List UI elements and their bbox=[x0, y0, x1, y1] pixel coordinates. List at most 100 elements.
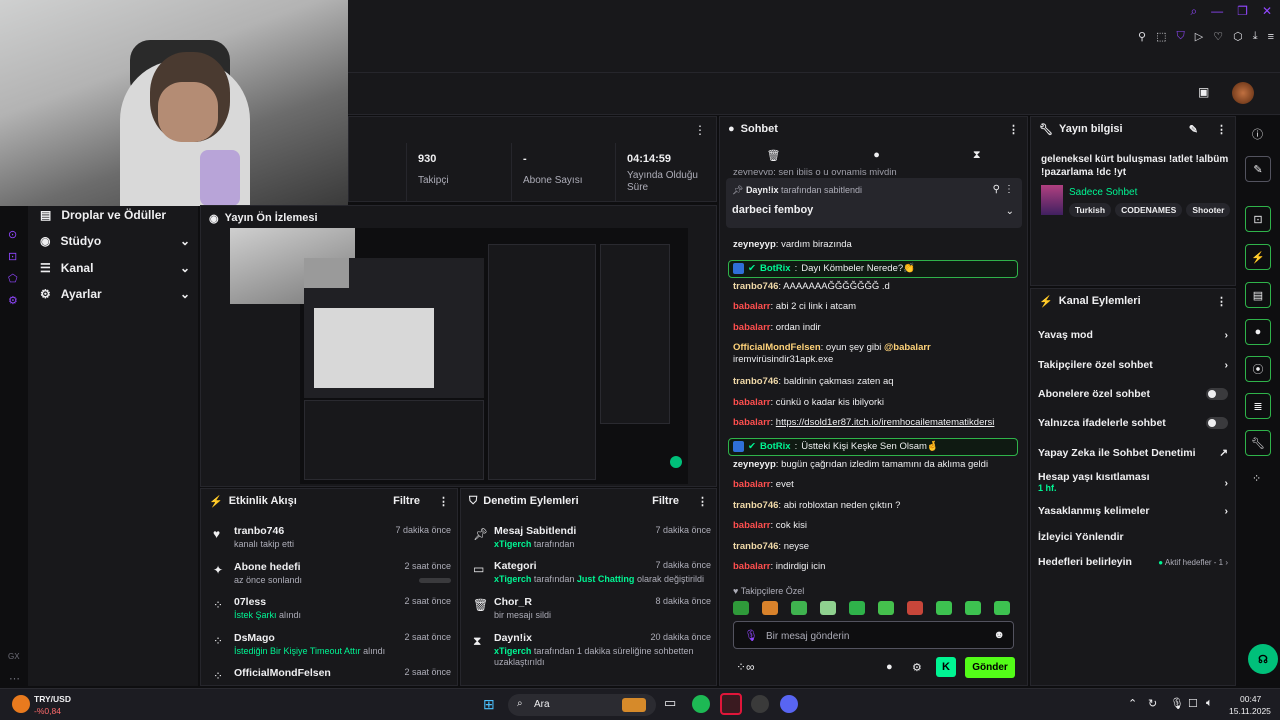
chat-text[interactable]: https://dsold1er87.itch.io/iremhocailema… bbox=[776, 417, 995, 428]
gear-icon[interactable]: ⚙ bbox=[912, 661, 922, 674]
play-icon[interactable]: ▷ bbox=[1195, 30, 1203, 43]
chat-username[interactable]: zeyneyyp bbox=[733, 239, 776, 250]
action-follower-only[interactable]: Takipçilere özel sohbet › bbox=[1038, 359, 1228, 371]
action-sub-only[interactable]: Abonelere özel sohbet bbox=[1038, 388, 1228, 400]
action-slow-mode[interactable]: Yavaş mod › bbox=[1038, 329, 1228, 341]
chat-username[interactable]: OfficialMondFelsen bbox=[733, 342, 821, 353]
nav-item-channel[interactable]: ☰ Kanal ⌄ bbox=[40, 261, 190, 275]
unpin-icon[interactable]: ⚲ bbox=[993, 184, 1000, 195]
chat-bubble-icon[interactable]: ● bbox=[873, 149, 880, 162]
nav-item-settings[interactable]: ⚙ Ayarlar ⌄ bbox=[40, 287, 190, 301]
search-icon[interactable]: ⌕ bbox=[1190, 4, 1197, 19]
nav-item-drops[interactable]: ▤ Droplar ve Ödüller bbox=[40, 208, 190, 222]
more-icon[interactable]: ⋯ bbox=[9, 672, 20, 685]
emote-icon[interactable] bbox=[762, 601, 778, 615]
chat-username[interactable]: tranbo746 bbox=[733, 281, 778, 292]
hourglass-icon[interactable]: ⧗ bbox=[973, 149, 981, 162]
chat-username[interactable]: tranbo746 bbox=[733, 500, 778, 511]
note-icon[interactable]: ▤ bbox=[1245, 282, 1271, 308]
chat-username[interactable]: babalarr bbox=[733, 397, 771, 408]
nav-item-studio[interactable]: ◉ Stüdyo ⌄ bbox=[40, 234, 190, 248]
sync-icon[interactable]: ↻ bbox=[1148, 697, 1157, 710]
heart-icon[interactable]: ♡ bbox=[1213, 30, 1223, 43]
category-name[interactable]: Sadece Sohbet bbox=[1069, 187, 1137, 198]
toggle-switch[interactable] bbox=[1206, 388, 1228, 400]
volume-icon[interactable]: 🔈︎ bbox=[1206, 697, 1213, 710]
chevron-down-icon[interactable]: ⌄ bbox=[1006, 206, 1014, 217]
download-icon[interactable]: ⤓ bbox=[1253, 30, 1258, 43]
emote-icon[interactable] bbox=[791, 601, 807, 615]
action-ai-moderation[interactable]: Yapay Zeka ile Sohbet Denetimi ↗ bbox=[1038, 447, 1228, 459]
moderation-item[interactable]: ▭ Kategori xTigerch tarafından Just Chat… bbox=[469, 560, 713, 594]
emoji-icon[interactable]: ☻ bbox=[993, 629, 1005, 641]
edit-icon[interactable]: ✎ bbox=[1245, 156, 1271, 182]
chat-mention[interactable]: @babalarr bbox=[884, 342, 931, 353]
chat-username[interactable]: BotRix bbox=[760, 263, 791, 274]
info-icon[interactable]: ⓘ bbox=[1252, 126, 1263, 142]
chat-username[interactable]: BotRix bbox=[760, 441, 791, 452]
emote-icon[interactable] bbox=[733, 601, 749, 615]
emote-icon[interactable] bbox=[820, 601, 836, 615]
filter-button[interactable]: Filtre bbox=[393, 495, 420, 507]
kick-bot-icon[interactable]: K bbox=[936, 657, 956, 677]
rail-icon-1[interactable]: ⊙ bbox=[8, 228, 17, 241]
tag[interactable]: Turkish bbox=[1069, 203, 1112, 217]
trash-icon[interactable]: 🗑︎ bbox=[766, 149, 780, 162]
action-account-age[interactable]: Hesap yaşı kısıtlaması 1 hf. › bbox=[1038, 471, 1228, 497]
chat-username[interactable]: tranbo746 bbox=[733, 541, 778, 552]
pin-icon[interactable]: ⚲ bbox=[1138, 30, 1146, 43]
minimize-icon[interactable]: — bbox=[1211, 4, 1223, 19]
send-button[interactable]: Gönder bbox=[965, 657, 1015, 678]
more-icon[interactable]: ⋮ bbox=[694, 123, 706, 137]
rail-icon-4[interactable]: ⚙ bbox=[8, 294, 18, 307]
points-icon[interactable]: ⁘ bbox=[1252, 472, 1261, 485]
avatar[interactable] bbox=[1232, 82, 1254, 104]
close-icon[interactable]: ✕ bbox=[1262, 4, 1272, 19]
more-icon[interactable]: ⋮ bbox=[1216, 295, 1227, 308]
more-icon[interactable]: ⋮ bbox=[438, 495, 449, 508]
chat-icon[interactable]: ● bbox=[1245, 319, 1271, 345]
spotify-icon[interactable] bbox=[692, 695, 710, 713]
windows-start-icon[interactable]: ⊞ bbox=[483, 696, 495, 713]
snapshot-icon[interactable]: ⬚ bbox=[1156, 30, 1166, 43]
taskbar-search[interactable]: ⌕ Ara bbox=[508, 694, 656, 716]
moderation-item[interactable]: 📌︎ Mesaj Sabitlendi xTigerch tarafından … bbox=[469, 525, 713, 559]
activity-item[interactable]: ⁘ DsMago İstediğin Bir Kişiye Timeout At… bbox=[209, 632, 453, 666]
clock-time[interactable]: 00:47 bbox=[1240, 694, 1261, 704]
chat-username[interactable]: babalarr bbox=[733, 561, 771, 572]
activity-item[interactable]: ⁘ OfficialMondFelsen 2 saat önce bbox=[209, 667, 453, 685]
tag[interactable]: Shooter bbox=[1186, 203, 1231, 217]
shield-icon[interactable]: ⛉ bbox=[1177, 30, 1185, 43]
steam-icon[interactable] bbox=[751, 695, 769, 713]
support-icon[interactable]: ☊ bbox=[1248, 644, 1278, 674]
chat-input[interactable]: 🎙︎ Bir mesaj gönderin ☻ bbox=[733, 621, 1014, 649]
chat-username[interactable]: babalarr bbox=[733, 520, 771, 531]
chat-username[interactable]: zeyneyyp bbox=[733, 459, 776, 470]
wrench-icon[interactable]: 🔧︎ bbox=[1245, 430, 1271, 456]
clock-date[interactable]: 15.11.2025 bbox=[1229, 706, 1271, 716]
more-icon[interactable]: ⋮ bbox=[1008, 123, 1019, 136]
rail-icon-2[interactable]: ⊡ bbox=[8, 250, 17, 263]
more-icon[interactable]: ⋮ bbox=[1216, 123, 1227, 136]
network-icon[interactable]: ☐ bbox=[1188, 697, 1198, 710]
chat-username[interactable]: babalarr bbox=[733, 322, 771, 333]
lightning-icon[interactable]: ⚡ bbox=[1245, 244, 1271, 270]
discord-icon[interactable] bbox=[780, 695, 798, 713]
activity-item[interactable]: ♥ tranbo746 kanalı takip etti 7 dakika ö… bbox=[209, 525, 453, 559]
tag[interactable]: CODENAMES bbox=[1115, 203, 1183, 217]
emote-icon[interactable] bbox=[965, 601, 981, 615]
chat-username[interactable]: tranbo746 bbox=[733, 376, 778, 387]
points-icon[interactable]: ⁘∞ bbox=[736, 660, 755, 674]
creator-studio-icon[interactable]: ▣ bbox=[1198, 85, 1209, 99]
action-raid[interactable]: İzleyici Yönlendir bbox=[1038, 531, 1228, 543]
activity-item[interactable]: ⁘ 07less İstek Şarkı alındı 2 saat önce bbox=[209, 596, 453, 630]
toggle-switch[interactable] bbox=[1206, 417, 1228, 429]
emote-icon[interactable] bbox=[849, 601, 865, 615]
menu-icon[interactable]: ≡ bbox=[1268, 31, 1274, 43]
restore-icon[interactable]: ❐ bbox=[1237, 4, 1248, 19]
more-icon[interactable]: ⋮ bbox=[697, 495, 708, 508]
microphone-icon[interactable]: 🎙︎ bbox=[1170, 697, 1184, 710]
microphone-icon[interactable]: 🎙︎ bbox=[744, 629, 758, 642]
webcam-overlay[interactable] bbox=[0, 0, 348, 206]
broadcast-icon[interactable]: ⦿ bbox=[1245, 356, 1271, 382]
